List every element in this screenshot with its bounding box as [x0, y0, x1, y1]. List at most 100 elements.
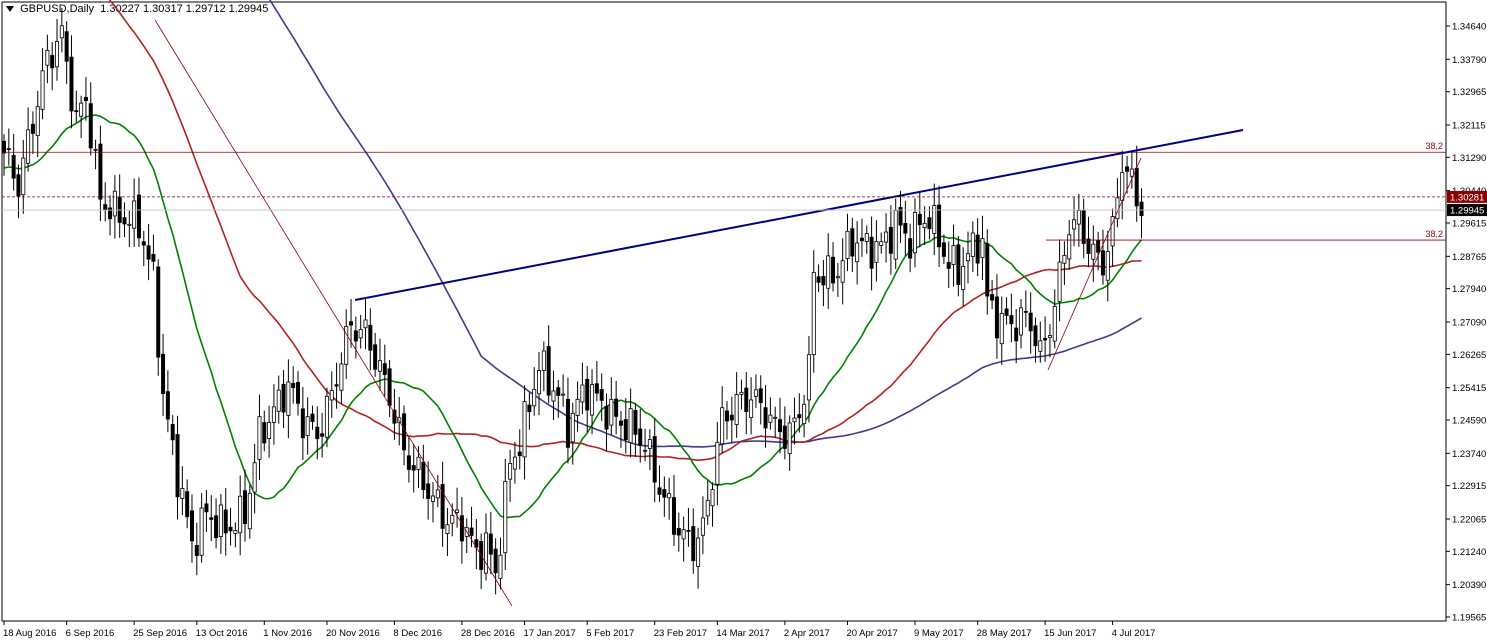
x-tick-label: 4 Jul 2017 — [1112, 628, 1156, 639]
candle-body — [570, 412, 575, 443]
candle-body — [170, 424, 175, 441]
candle-body — [999, 313, 1004, 345]
candle-body — [35, 106, 40, 137]
x-tick-label: 2 Apr 2017 — [784, 628, 830, 639]
candle-body — [320, 433, 325, 437]
candle-body — [349, 321, 354, 326]
candle-body — [488, 533, 493, 555]
candle-body — [744, 387, 749, 413]
y-tick-label: 1.32965 — [1452, 87, 1486, 98]
candle-body — [503, 481, 508, 554]
candle-body — [112, 190, 117, 217]
candle-body — [980, 237, 985, 259]
candle-body — [522, 401, 527, 458]
candle-body — [1014, 327, 1019, 342]
candle-body — [671, 497, 676, 535]
candle-body — [1081, 210, 1086, 244]
candle-body — [324, 395, 329, 438]
candle-body — [334, 384, 339, 387]
candle-body — [951, 245, 956, 265]
candle-body — [228, 526, 233, 532]
candle-body — [537, 370, 542, 395]
candle-body — [691, 526, 696, 562]
candle-body — [739, 391, 744, 395]
candle-body — [937, 204, 942, 248]
candle-body — [787, 422, 792, 454]
candle-body — [305, 416, 310, 436]
candle-body — [541, 350, 546, 371]
candle-body — [136, 194, 141, 239]
price-chart[interactable]: 1.346401.337901.329651.321151.312901.304… — [0, 0, 1487, 643]
candle-body — [758, 388, 763, 403]
y-tick-label: 1.28765 — [1452, 252, 1486, 263]
candle-body — [763, 407, 768, 429]
candle-body — [975, 234, 980, 264]
candle-body — [850, 228, 855, 257]
candle-body — [879, 241, 884, 246]
x-tick-label: 20 Apr 2017 — [847, 628, 898, 639]
candle-body — [218, 504, 223, 537]
candle-body — [16, 174, 21, 197]
y-tick-label: 1.27090 — [1452, 317, 1486, 328]
candle-body — [729, 414, 734, 421]
candle-body — [1023, 310, 1028, 313]
candle-body — [426, 483, 431, 500]
candle-body — [826, 255, 831, 289]
candle-body — [662, 489, 667, 498]
candle-body — [884, 231, 889, 243]
candle-body — [512, 456, 517, 470]
candle-body — [782, 425, 787, 449]
y-tick-label: 1.34640 — [1452, 22, 1486, 33]
trendline[interactable] — [354, 129, 1244, 301]
candle-body — [546, 346, 551, 396]
candle-body — [575, 398, 580, 416]
candle-body — [1129, 168, 1134, 177]
candle-body — [165, 391, 170, 420]
candle-body — [6, 148, 11, 151]
fib-level-label: 38,2 — [1425, 229, 1443, 239]
fib-drawing-line[interactable] — [1047, 157, 1142, 371]
y-tick-label: 1.21240 — [1452, 547, 1486, 558]
candle-body — [652, 436, 657, 483]
candle-body — [247, 492, 252, 530]
candle-body — [633, 409, 638, 435]
candle-body — [1043, 337, 1048, 341]
y-tick-label: 1.32115 — [1452, 120, 1486, 131]
candle-body — [859, 237, 864, 242]
candle-body — [368, 324, 373, 351]
candle-body — [792, 417, 797, 423]
candle-body — [614, 398, 619, 417]
candle-body — [580, 384, 585, 403]
x-tick-label: 17 Jan 2017 — [524, 628, 576, 639]
candle-body — [238, 495, 243, 534]
candle-body — [749, 399, 754, 418]
candle-body — [893, 210, 898, 260]
candle-body — [156, 266, 161, 358]
candle-body — [353, 330, 358, 342]
candle-body — [1096, 240, 1101, 253]
candle-body — [956, 244, 961, 286]
candle-body — [416, 456, 421, 470]
candle-body — [64, 31, 69, 62]
y-tick-label: 1.33790 — [1452, 55, 1486, 66]
fib-level-label: 38,2 — [1425, 141, 1443, 151]
candle-body — [1086, 238, 1091, 254]
candle-body — [1038, 340, 1043, 352]
candle-body — [797, 414, 802, 419]
candle-body — [681, 529, 686, 540]
candle-body — [493, 548, 498, 574]
candle-body — [961, 266, 966, 290]
candle-body — [585, 378, 590, 411]
candle-body — [705, 499, 710, 517]
candle-body — [108, 207, 113, 220]
candle-body — [469, 527, 474, 536]
candle-body — [623, 419, 628, 440]
candle-body — [406, 455, 411, 470]
candle-body — [922, 223, 927, 228]
candle-body — [262, 422, 267, 444]
candle-body — [864, 233, 869, 242]
candle-body — [127, 223, 132, 226]
moving-average-mid — [108, 0, 1142, 462]
y-tick-label: 1.31290 — [1452, 153, 1486, 164]
candle-body — [806, 354, 811, 401]
